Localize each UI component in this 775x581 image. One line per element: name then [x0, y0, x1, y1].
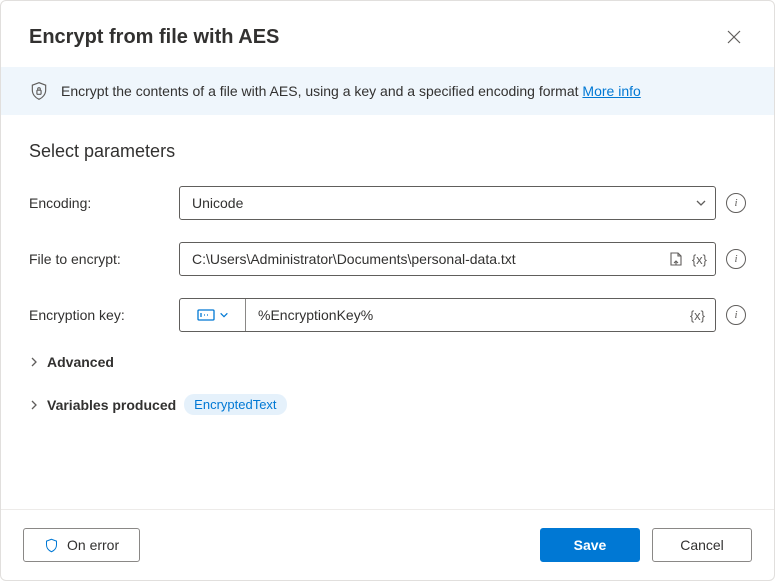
encoding-info-icon[interactable]: i [726, 193, 746, 213]
chevron-down-icon [695, 197, 707, 209]
chevron-right-icon [29, 357, 39, 367]
info-banner: Encrypt the contents of a file with AES,… [1, 67, 774, 115]
chevron-right-icon [29, 400, 39, 410]
save-button[interactable]: Save [540, 528, 640, 562]
variable-token-icon[interactable]: {x} [690, 308, 705, 323]
section-title: Select parameters [29, 141, 746, 162]
close-button[interactable] [718, 21, 750, 53]
variable-pill[interactable]: EncryptedText [184, 394, 286, 415]
advanced-label: Advanced [47, 354, 114, 370]
encoding-label: Encoding: [29, 195, 179, 211]
key-type-selector[interactable] [180, 299, 246, 331]
advanced-expander[interactable]: Advanced [29, 354, 746, 370]
key-row: Encryption key: %EncryptionKey% {x} i [29, 298, 746, 332]
dialog-title: Encrypt from file with AES [29, 26, 279, 49]
file-row: File to encrypt: C:\Users\Administrator\… [29, 242, 746, 276]
dialog-footer: On error Save Cancel [1, 509, 774, 580]
banner-text: Encrypt the contents of a file with AES,… [61, 83, 641, 99]
file-info-icon[interactable]: i [726, 249, 746, 269]
file-input[interactable]: C:\Users\Administrator\Documents\persona… [179, 242, 716, 276]
variables-label: Variables produced [47, 397, 176, 413]
encoding-select[interactable]: Unicode [179, 186, 716, 220]
dialog: Encrypt from file with AES Encrypt the c… [0, 0, 775, 581]
dialog-content: Select parameters Encoding: Unicode i Fi… [1, 115, 774, 509]
text-input-icon [197, 309, 215, 321]
file-picker-icon[interactable] [668, 251, 684, 267]
close-icon [727, 30, 741, 44]
encoding-row: Encoding: Unicode i [29, 186, 746, 220]
key-value: %EncryptionKey% [246, 299, 680, 331]
file-label: File to encrypt: [29, 251, 179, 267]
variable-token-icon[interactable]: {x} [692, 252, 707, 267]
dialog-header: Encrypt from file with AES [1, 1, 774, 67]
on-error-button[interactable]: On error [23, 528, 140, 562]
shield-icon [44, 538, 59, 553]
chevron-down-icon [219, 310, 229, 320]
key-label: Encryption key: [29, 307, 179, 323]
file-value: C:\Users\Administrator\Documents\persona… [192, 251, 668, 267]
key-input[interactable]: %EncryptionKey% {x} [179, 298, 716, 332]
more-info-link[interactable]: More info [582, 83, 640, 99]
shield-lock-icon [29, 81, 49, 101]
key-info-icon[interactable]: i [726, 305, 746, 325]
encoding-value: Unicode [192, 195, 695, 211]
cancel-button[interactable]: Cancel [652, 528, 752, 562]
variables-expander[interactable]: Variables produced EncryptedText [29, 394, 746, 415]
